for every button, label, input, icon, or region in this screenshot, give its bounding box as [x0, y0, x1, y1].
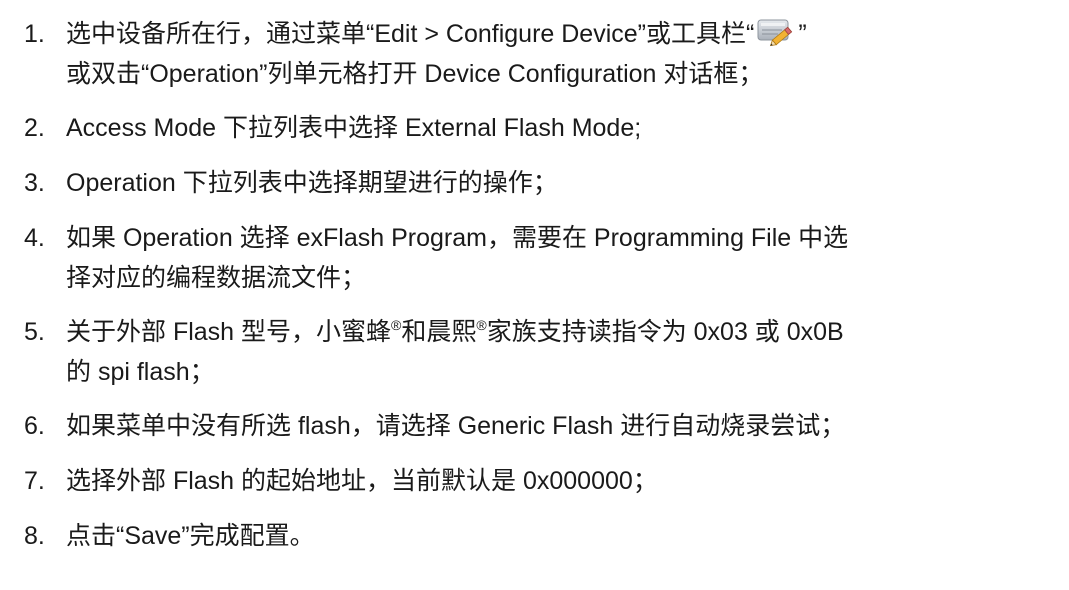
item-number: 2. — [24, 114, 45, 142]
list-item-3: 3. Operation 下拉列表中选择期望进行的操作； — [24, 163, 1064, 203]
item-text: 如果菜单中没有所选 flash，请选择 Generic Flash 进行自动烧录… — [66, 406, 1064, 446]
registered-mark: ® — [391, 317, 402, 333]
list-item-7: 7. 选择外部 Flash 的起始地址，当前默认是 0x000000； — [24, 461, 1064, 501]
edit-pencil-icon — [756, 16, 796, 48]
item-line-1: 如果菜单中没有所选 flash，请选择 Generic Flash 进行自动烧录… — [66, 412, 846, 440]
item-number: 1. — [24, 20, 45, 48]
item-line-2: 的 spi flash； — [66, 358, 215, 386]
item-number: 6. — [24, 412, 45, 440]
list-item-6: 6. 如果菜单中没有所选 flash，请选择 Generic Flash 进行自… — [24, 406, 1064, 446]
item-line-1: 如果 Operation 选择 exFlash Program，需要在 Prog… — [66, 224, 849, 252]
item-number: 3. — [24, 169, 45, 197]
item-text: Operation 下拉列表中选择期望进行的操作； — [66, 163, 1064, 203]
item-text: 选中设备所在行，通过菜单“Edit > Configure Device”或工具… — [66, 14, 1064, 94]
item-line-1: 关于外部 Flash 型号，小蜜蜂®和晨熙®家族支持读指令为 0x03 或 0x… — [66, 312, 1064, 352]
list-item-5: 5. 关于外部 Flash 型号，小蜜蜂®和晨熙®家族支持读指令为 0x03 或… — [24, 312, 1064, 392]
item-line-1: 选中设备所在行，通过菜单“Edit > Configure Device”或工具… — [66, 14, 1064, 54]
item-line-1: 选择外部 Flash 的起始地址，当前默认是 0x000000； — [66, 467, 658, 495]
item-text: Access Mode 下拉列表中选择 External Flash Mode; — [66, 108, 1064, 148]
item-text-segment: 选中设备所在行，通过菜单“Edit > Configure Device”或工具… — [66, 20, 755, 48]
list-item-8: 8. 点击“Save”完成配置。 — [24, 516, 1064, 556]
item-number: 5. — [24, 318, 45, 346]
item-line-2: 或双击“Operation”列单元格打开 Device Configuratio… — [66, 60, 764, 88]
list-item-4: 4. 如果 Operation 选择 exFlash Program，需要在 P… — [24, 218, 1064, 298]
item-line-1: Operation 下拉列表中选择期望进行的操作； — [66, 169, 558, 197]
item-text-segment: 关于外部 Flash 型号，小蜜蜂 — [66, 318, 392, 346]
item-line-2: 择对应的编程数据流文件； — [66, 264, 367, 292]
item-text: 如果 Operation 选择 exFlash Program，需要在 Prog… — [66, 218, 1064, 298]
item-text-segment: 和晨熙 — [401, 318, 477, 346]
item-text: 关于外部 Flash 型号，小蜜蜂®和晨熙®家族支持读指令为 0x03 或 0x… — [66, 312, 1064, 392]
item-number: 8. — [24, 522, 45, 550]
item-text: 选择外部 Flash 的起始地址，当前默认是 0x000000； — [66, 461, 1064, 501]
item-line-1: Access Mode 下拉列表中选择 External Flash Mode; — [66, 114, 642, 142]
item-line-1: 点击“Save”完成配置。 — [66, 522, 315, 550]
instruction-list: 1. 选中设备所在行，通过菜单“Edit > Configure Device”… — [24, 14, 1064, 556]
list-item-1: 1. 选中设备所在行，通过菜单“Edit > Configure Device”… — [24, 14, 1064, 94]
item-text: 点击“Save”完成配置。 — [66, 516, 1064, 556]
item-number: 7. — [24, 467, 45, 495]
item-text-segment: ” — [798, 20, 807, 48]
list-item-2: 2. Access Mode 下拉列表中选择 External Flash Mo… — [24, 108, 1064, 148]
registered-mark: ® — [476, 317, 487, 333]
item-text-segment: 家族支持读指令为 0x03 或 0x0B — [486, 318, 844, 346]
item-number: 4. — [24, 224, 45, 252]
